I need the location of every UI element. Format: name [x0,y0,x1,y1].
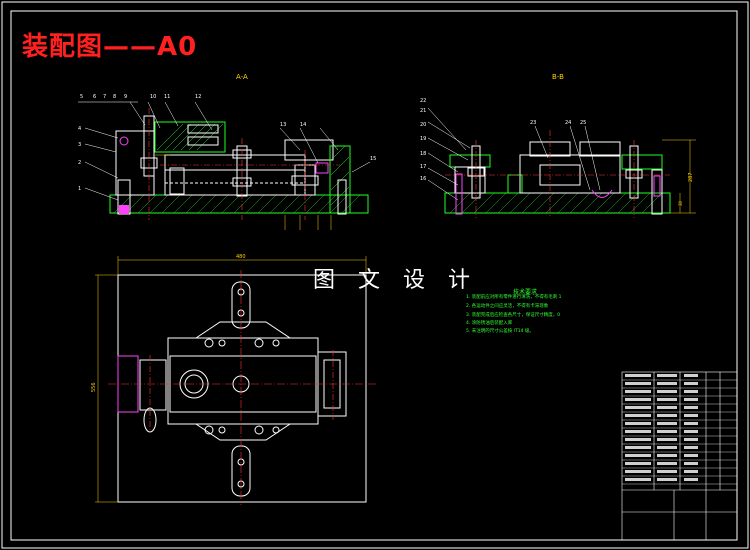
title-block-cell [684,454,698,457]
callout-number: 15 [370,156,376,162]
section-b-view: 287 30 [444,130,696,218]
technical-note-line: 1. 装配前应对所有零件进行清洗，不得有毛刺 1 [466,295,562,300]
title-block-cell [684,390,698,393]
title-block-cell [625,414,651,417]
technical-note-line: 4. 涂防锈油后装配入库 [466,321,513,326]
callout-number: 2 [78,160,81,166]
title-block-cell [684,470,698,473]
callout-number: 24 [565,120,571,126]
title-block-cell [625,462,651,465]
callout-number: 6 [93,94,96,100]
technical-note-line: 2. 各运动件之间应灵活，不得有卡滞现象 [466,304,549,309]
callout-number: 10 [150,94,156,100]
title-block-cell [684,478,698,481]
title-block-cell [657,382,677,385]
title-block-cell [657,462,677,465]
title-block-cell [625,470,651,473]
title-block-cell [684,414,698,417]
title-block-cell [684,438,698,441]
callout-number: 9 [124,94,127,100]
title-block-cell [657,478,677,481]
title-block-cell [657,438,677,441]
title-block-cell [625,422,651,425]
title-block-cell [657,430,677,433]
dim-b-sub: 30 [678,200,683,206]
callout-number: 22 [420,98,426,104]
title-block-cell [625,390,651,393]
title-block-cell [625,398,651,401]
title-block-cell [657,374,677,377]
title-block-cell [625,406,651,409]
callout-number: 5 [80,94,83,100]
title-block-cell [684,382,698,385]
callout-number: 4 [78,126,81,132]
section-a-label: A-A [236,73,248,81]
dim-plan-height: 556 [91,382,97,392]
callout-number: 20 [420,122,426,128]
callout-number: 25 [580,120,586,126]
title-block-cell [625,454,651,457]
callout-number: 14 [300,122,306,128]
title-block-cell [625,478,651,481]
section-a-view [109,108,369,230]
title-block-cell [625,374,651,377]
dim-plan-width: 480 [236,254,246,260]
title-block-cell [657,454,677,457]
title-block-cell [684,398,698,401]
title-block-cell [684,462,698,465]
title-block-cell [684,422,698,425]
title-block-cell [625,430,651,433]
callout-number: 17 [420,164,426,170]
title-block-cell [684,446,698,449]
title-block-cell [657,406,677,409]
section-b-label: B-B [552,73,564,81]
callout-number: 1 [78,186,81,192]
title-block-cell [625,446,651,449]
callout-number: 13 [280,122,286,128]
callout-number: 18 [420,151,426,157]
technical-note-line: 5. 未注明的尺寸公差按 IT14 级。 [466,329,534,334]
title-block-cell [684,430,698,433]
title-block-cell [657,414,677,417]
title-block-cell [657,398,677,401]
watermark-text: 图 文 设 计 [313,268,478,293]
title-block-cell [684,374,698,377]
drawing-title: 装配图——A0 [22,32,198,62]
section-a-callouts [78,101,371,201]
callout-number: 21 [420,108,426,114]
callout-number: 11 [164,94,170,100]
callout-number: 3 [78,142,81,148]
callout-number: 7 [103,94,106,100]
title-block-cell [625,438,651,441]
section-b-callouts [427,107,601,201]
callout-number: 8 [113,94,116,100]
callout-number: 12 [195,94,201,100]
title-block-cell [657,422,677,425]
title-block-cell [625,382,651,385]
title-block-cell [657,390,677,393]
callout-number: 16 [420,176,426,182]
callout-number: 23 [530,120,536,126]
dim-b-height: 287 [688,172,694,182]
title-block-cell [657,470,677,473]
callout-number: 19 [420,136,426,142]
technical-note-line: 3. 装配完成后应检查各尺寸，保证尺寸精度，0 [466,313,561,318]
title-block-cell [684,406,698,409]
title-block-cell [657,446,677,449]
